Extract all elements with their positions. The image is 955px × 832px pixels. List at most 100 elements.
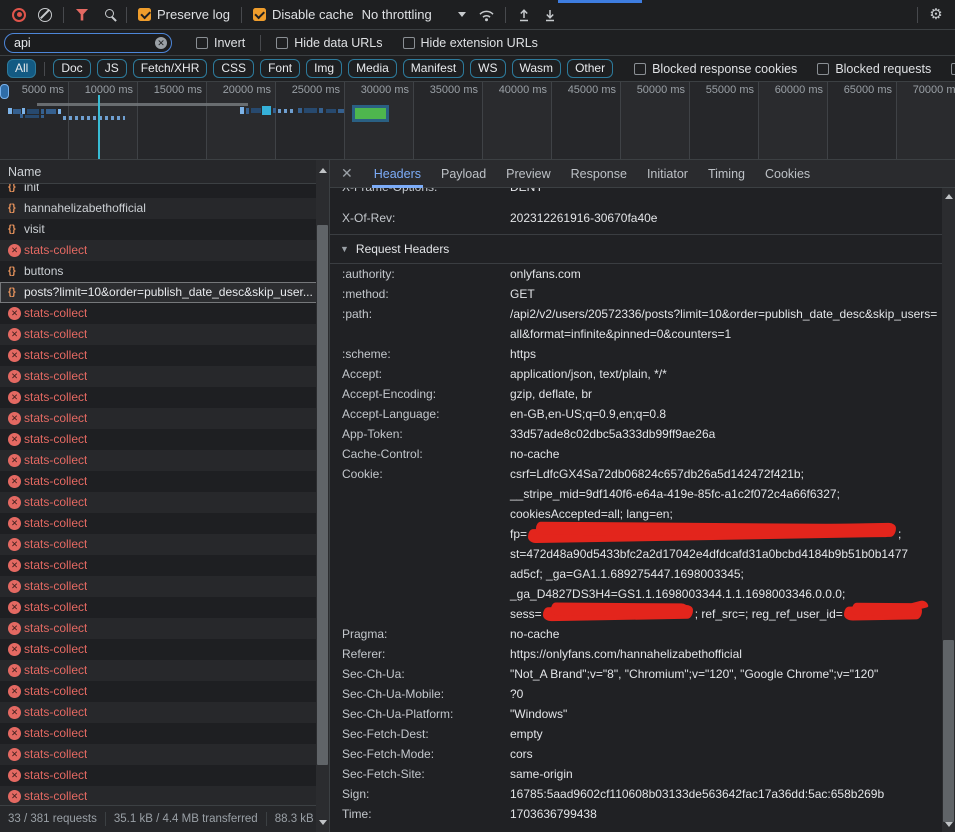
request-row[interactable]: ✕stats-collect	[0, 408, 329, 429]
request-row[interactable]: ✕stats-collect	[0, 534, 329, 555]
network-conditions-button[interactable]	[474, 2, 500, 28]
disable-cache-label: Disable cache	[272, 7, 354, 22]
preserve-log-checkbox[interactable]: Preserve log	[138, 7, 230, 22]
tab-preview[interactable]: Preview	[496, 160, 560, 188]
search-button[interactable]	[95, 2, 121, 28]
network-overview-timeline[interactable]: 5000 ms10000 ms15000 ms20000 ms25000 ms3…	[0, 82, 955, 160]
request-row[interactable]: ✕stats-collect	[0, 345, 329, 366]
request-row[interactable]: ✕stats-collect	[0, 576, 329, 597]
tab-headers[interactable]: Headers	[364, 160, 431, 188]
request-name: stats-collect	[24, 387, 87, 408]
filter-toggle-button[interactable]	[69, 2, 95, 28]
scrollbar-thumb[interactable]	[317, 225, 328, 765]
request-row[interactable]: ✕stats-collect	[0, 702, 329, 723]
request-row[interactable]: ✕stats-collect	[0, 492, 329, 513]
scrollbar-thumb[interactable]	[943, 640, 954, 822]
clear-button[interactable]	[32, 2, 58, 28]
request-name: stats-collect	[24, 366, 87, 387]
chevron-down-icon	[458, 12, 466, 17]
request-list-scrollbar[interactable]	[316, 160, 329, 832]
request-row[interactable]: ✕stats-collect	[0, 639, 329, 660]
type-chip-doc[interactable]: Doc	[53, 59, 90, 78]
request-row[interactable]: ✕stats-collect	[0, 597, 329, 618]
request-row[interactable]: ✕stats-collect	[0, 324, 329, 345]
tab-initiator[interactable]: Initiator	[637, 160, 698, 188]
header-value: gzip, deflate, br	[510, 384, 940, 404]
hide-extension-urls-label: Hide extension URLs	[421, 36, 538, 50]
settings-button[interactable]: ⚙	[923, 2, 949, 28]
blocked-requests-checkbox[interactable]: Blocked requests	[817, 62, 931, 76]
tab-timing[interactable]: Timing	[698, 160, 755, 188]
request-row[interactable]: ✕stats-collect	[0, 744, 329, 765]
scroll-up-arrow[interactable]	[316, 164, 329, 176]
request-row[interactable]: ✕stats-collect	[0, 303, 329, 324]
request-row[interactable]: {}init	[0, 184, 329, 198]
type-chip-media[interactable]: Media	[348, 59, 397, 78]
record-button[interactable]	[6, 2, 32, 28]
request-row[interactable]: {}hannahelizabethofficial	[0, 198, 329, 219]
json-icon: {}	[8, 282, 24, 303]
request-row[interactable]: ✕stats-collect	[0, 240, 329, 261]
request-row[interactable]: ✕stats-collect	[0, 723, 329, 744]
request-row[interactable]: ✕stats-collect	[0, 429, 329, 450]
scroll-up-arrow[interactable]	[942, 190, 955, 202]
disable-cache-checkbox[interactable]: Disable cache	[253, 7, 354, 22]
invert-checkbox[interactable]: Invert	[196, 36, 245, 50]
type-chip-fetch-xhr[interactable]: Fetch/XHR	[133, 59, 208, 78]
name-column-header[interactable]: Name	[0, 160, 329, 184]
tab-cookies[interactable]: Cookies	[755, 160, 820, 188]
type-chip-manifest[interactable]: Manifest	[403, 59, 464, 78]
type-chip-wasm[interactable]: Wasm	[512, 59, 562, 78]
request-row[interactable]: ✕stats-collect	[0, 471, 329, 492]
blocked-response-cookies-checkbox[interactable]: Blocked response cookies	[634, 62, 797, 76]
hide-extension-urls-checkbox[interactable]: Hide extension URLs	[403, 36, 538, 50]
3rd-party-requests-checkbox[interactable]: 3rd-party requests	[951, 62, 955, 76]
error-icon: ✕	[8, 727, 21, 740]
header-name: :authority:	[342, 264, 510, 284]
type-chip-img[interactable]: Img	[306, 59, 342, 78]
clear-filter-icon[interactable]: ✕	[155, 37, 167, 49]
filter-input[interactable]	[4, 33, 172, 53]
type-chip-font[interactable]: Font	[260, 59, 300, 78]
type-chip-all[interactable]: All	[7, 59, 36, 78]
type-chip-js[interactable]: JS	[97, 59, 127, 78]
request-headers-section-header[interactable]: ▼Request Headers	[330, 234, 942, 264]
scroll-down-arrow[interactable]	[942, 818, 955, 830]
request-row[interactable]: ✕stats-collect	[0, 366, 329, 387]
checkbox-label: Blocked response cookies	[652, 62, 797, 76]
request-name: init	[24, 184, 39, 198]
throttling-dropdown[interactable]: No throttling	[362, 7, 466, 22]
request-row[interactable]: ✕stats-collect	[0, 765, 329, 786]
request-row[interactable]: ✕stats-collect	[0, 555, 329, 576]
export-har-button[interactable]	[537, 2, 563, 28]
error-icon: ✕	[8, 370, 21, 383]
request-row[interactable]: ✕stats-collect	[0, 618, 329, 639]
type-chip-ws[interactable]: WS	[470, 59, 505, 78]
header-value: DENY	[510, 188, 940, 208]
request-row[interactable]: ✕stats-collect	[0, 387, 329, 408]
request-row[interactable]: {}posts?limit=10&order=publish_date_desc…	[0, 282, 329, 303]
checkbox-icon	[276, 37, 288, 49]
request-row[interactable]: ✕stats-collect	[0, 660, 329, 681]
request-row[interactable]: ✕stats-collect	[0, 681, 329, 702]
details-scrollbar[interactable]	[942, 188, 955, 832]
checkbox-icon	[196, 37, 208, 49]
tab-payload[interactable]: Payload	[431, 160, 496, 188]
tab-response[interactable]: Response	[561, 160, 637, 188]
hide-data-urls-checkbox[interactable]: Hide data URLs	[276, 36, 382, 50]
import-har-button[interactable]	[511, 2, 537, 28]
request-row[interactable]: ✕stats-collect	[0, 513, 329, 534]
request-row[interactable]: {}buttons	[0, 261, 329, 282]
request-row[interactable]: ✕stats-collect	[0, 450, 329, 471]
type-chip-css[interactable]: CSS	[213, 59, 254, 78]
details-tabs: HeadersPayloadPreviewResponseInitiatorTi…	[364, 160, 820, 188]
request-row[interactable]: {}visit	[0, 219, 329, 240]
type-chip-other[interactable]: Other	[567, 59, 613, 78]
scroll-down-arrow[interactable]	[316, 816, 329, 828]
header-value: empty	[510, 724, 940, 744]
waterfall-bar	[262, 106, 271, 115]
request-row[interactable]: ✕stats-collect	[0, 786, 329, 805]
dotted	[63, 116, 125, 120]
close-icon[interactable]: ✕	[330, 165, 364, 182]
header-row: Cookie:csrf=LdfcGX4Sa72db06824c657db26a5…	[330, 464, 942, 624]
